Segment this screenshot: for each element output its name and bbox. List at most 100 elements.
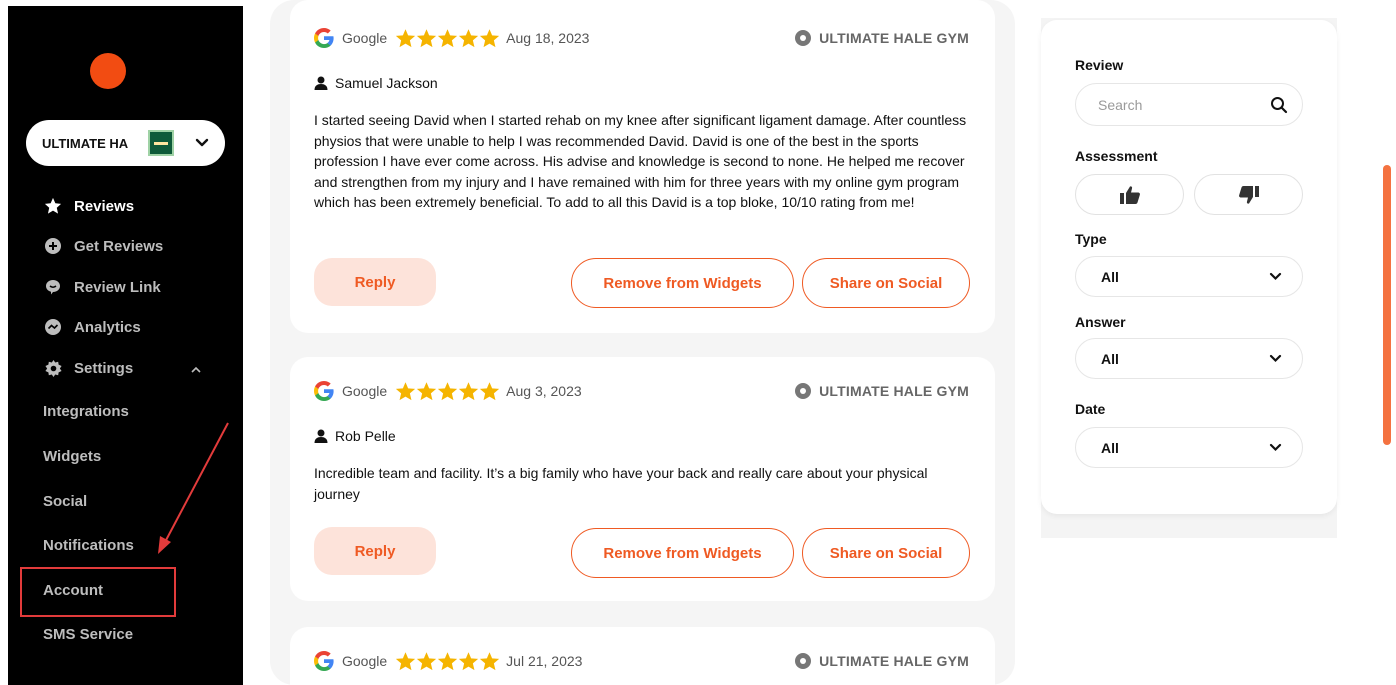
review-date: Aug 18, 2023	[506, 30, 590, 46]
location-name: ULTIMATE HALE GYM	[819, 653, 969, 669]
review-card: Google Aug 3, 2023 ULTIMATE HALE GYM Rob…	[290, 357, 995, 601]
star-icon	[459, 652, 479, 671]
google-icon	[314, 381, 334, 401]
author-name: Rob Pelle	[335, 428, 396, 444]
sidebar-item-sms-service[interactable]: SMS Service	[43, 622, 133, 646]
author-name: Samuel Jackson	[335, 75, 438, 91]
reply-button[interactable]: Reply	[314, 258, 436, 306]
share-on-social-button[interactable]: Share on Social	[802, 258, 970, 308]
search-field[interactable]	[1075, 83, 1303, 126]
sidebar-item-review-link[interactable]: Review Link	[44, 275, 161, 299]
thumbs-down-button[interactable]	[1194, 174, 1303, 215]
user-icon	[314, 76, 328, 90]
review-header: Google Jul 21, 2023	[314, 651, 582, 671]
review-header: Google Aug 18, 2023	[314, 28, 589, 48]
location-pin-icon	[795, 383, 812, 399]
star-icon	[480, 382, 500, 401]
review-source: Google	[342, 653, 388, 669]
reply-button[interactable]: Reply	[314, 527, 436, 575]
sidebar-item-label: Get Reviews	[74, 237, 164, 255]
remove-from-widgets-button[interactable]: Remove from Widgets	[571, 528, 794, 578]
star-icon	[396, 382, 416, 401]
sidebar: ULTIMATE HA Reviews Get Reviews Review L…	[8, 6, 243, 685]
chat-bubble-icon	[44, 278, 62, 296]
user-icon	[314, 429, 328, 443]
brand-logo	[90, 53, 126, 89]
review-card: Google Aug 18, 2023 ULTIMATE HALE GYM Sa…	[290, 0, 995, 333]
sidebar-item-analytics[interactable]: Analytics	[44, 315, 141, 339]
star-icon	[480, 29, 500, 48]
sidebar-item-label: Reviews	[74, 197, 135, 215]
filter-panel: Review Assessment Type All Answer All Da…	[1041, 20, 1337, 514]
filter-answer-label: Answer	[1075, 314, 1126, 330]
star-icon	[438, 652, 458, 671]
google-icon	[314, 651, 334, 671]
chart-circle-icon	[44, 318, 62, 336]
account-logo	[148, 130, 174, 156]
scrollbar-thumb[interactable]	[1383, 165, 1391, 445]
sidebar-item-settings[interactable]: Settings	[44, 356, 133, 380]
location-name: ULTIMATE HALE GYM	[819, 30, 969, 46]
sidebar-item-label: Settings	[74, 359, 134, 377]
search-input[interactable]	[1098, 96, 1258, 113]
review-author: Samuel Jackson	[314, 75, 438, 91]
rating-stars	[395, 381, 500, 401]
sidebar-item-notifications[interactable]: Notifications	[43, 533, 134, 557]
account-selector[interactable]: ULTIMATE HA	[26, 120, 225, 166]
thumbs-down-icon	[1238, 185, 1259, 204]
answer-select-value: All	[1101, 350, 1119, 367]
sidebar-item-social[interactable]: Social	[43, 489, 87, 513]
sidebar-item-reviews[interactable]: Reviews	[44, 194, 134, 218]
type-select[interactable]: All	[1075, 256, 1303, 297]
review-source: Google	[342, 383, 388, 399]
sidebar-item-integrations[interactable]: Integrations	[43, 399, 129, 423]
star-icon	[459, 29, 479, 48]
filter-assessment-label: Assessment	[1075, 148, 1158, 164]
sidebar-item-widgets[interactable]: Widgets	[43, 444, 101, 468]
date-select-value: All	[1101, 439, 1119, 456]
share-on-social-button[interactable]: Share on Social	[802, 528, 970, 578]
star-icon	[459, 382, 479, 401]
review-card: Google Jul 21, 2023 ULTIMATE HALE GYM	[290, 627, 995, 685]
account-name: ULTIMATE HA	[42, 135, 129, 151]
star-icon	[417, 652, 437, 671]
location-name: ULTIMATE HALE GYM	[819, 383, 969, 399]
review-text: Incredible team and facility. It’s a big…	[314, 465, 928, 502]
review-source: Google	[342, 30, 388, 46]
star-icon	[480, 652, 500, 671]
chevron-down-icon	[195, 138, 209, 147]
review-location: ULTIMATE HALE GYM	[795, 653, 969, 669]
answer-select[interactable]: All	[1075, 338, 1303, 379]
sidebar-item-get-reviews[interactable]: Get Reviews	[44, 234, 163, 258]
filter-review-label: Review	[1075, 57, 1124, 73]
review-header: Google Aug 3, 2023	[314, 381, 582, 401]
star-icon	[417, 29, 437, 48]
chevron-up-icon[interactable]	[190, 366, 202, 374]
star-icon	[396, 652, 416, 671]
review-date: Aug 3, 2023	[506, 383, 582, 399]
thumbs-up-icon	[1119, 185, 1140, 204]
review-date: Jul 21, 2023	[506, 653, 583, 669]
location-pin-icon	[795, 653, 812, 669]
remove-from-widgets-button[interactable]: Remove from Widgets	[571, 258, 794, 308]
star-icon	[438, 382, 458, 401]
highlight-box	[20, 567, 176, 617]
review-location: ULTIMATE HALE GYM	[795, 383, 969, 399]
search-icon[interactable]	[1270, 96, 1288, 114]
date-select[interactable]: All	[1075, 427, 1303, 468]
filter-date-label: Date	[1075, 401, 1106, 417]
chevron-down-icon	[1269, 354, 1282, 363]
sidebar-item-label: Review Link	[74, 278, 161, 296]
star-icon	[417, 382, 437, 401]
review-text: I started seeing David when I started re…	[314, 112, 967, 210]
location-pin-icon	[795, 30, 812, 46]
filter-type-label: Type	[1075, 231, 1107, 247]
sidebar-item-label: Analytics	[74, 318, 141, 336]
review-location: ULTIMATE HALE GYM	[795, 30, 969, 46]
rating-stars	[395, 651, 500, 671]
star-icon	[396, 29, 416, 48]
thumbs-up-button[interactable]	[1075, 174, 1184, 215]
review-author: Rob Pelle	[314, 428, 396, 444]
google-icon	[314, 28, 334, 48]
star-badge-icon	[44, 197, 62, 215]
